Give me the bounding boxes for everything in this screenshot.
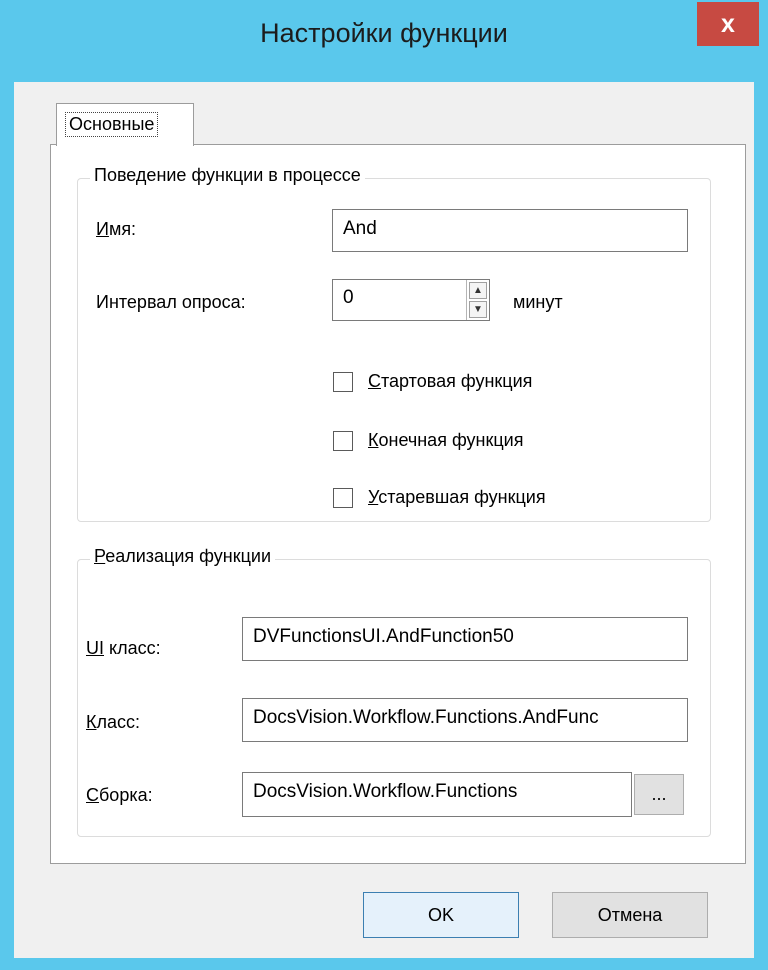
start-function-checkbox[interactable] (333, 372, 353, 392)
ui-class-label-rest: класс: (104, 638, 161, 658)
close-icon: x (721, 9, 735, 38)
dialog-title: Настройки функции (260, 18, 508, 48)
assembly-label: Сборка: (86, 785, 153, 806)
class-label-accel: К (86, 712, 97, 732)
tab-general-label: Основные (65, 112, 159, 137)
class-label: Класс: (86, 712, 140, 733)
chevron-up-icon: ▲ (473, 285, 483, 296)
tab-panel-general: Поведение функции в процессе Имя: And Ин… (50, 144, 746, 864)
browse-assembly-button[interactable]: ... (634, 774, 684, 815)
chevron-down-icon: ▼ (473, 304, 483, 315)
class-label-rest: ласс: (96, 712, 141, 732)
end-function-checkbox[interactable] (333, 431, 353, 451)
end-function-rest: онечная функция (378, 430, 524, 450)
close-button[interactable]: x (697, 2, 759, 46)
assembly-input[interactable]: DocsVision.Workflow.Functions (242, 772, 632, 817)
ui-class-label-accel: UI (86, 638, 104, 658)
start-function-accel: С (368, 371, 381, 391)
implementation-group: Реализация функции UI класс: DVFunctions… (77, 546, 711, 837)
implementation-group-legend: Реализация функции (90, 546, 276, 567)
dialog-window: Настройки функции x Основные Поведение ф… (0, 0, 768, 970)
ok-button[interactable]: OK (363, 892, 519, 938)
name-label-accel: И (96, 219, 109, 239)
start-function-rest: тартовая функция (381, 371, 533, 391)
interval-unit: минут (513, 292, 563, 312)
dialog-client-area: Основные Поведение функции в процессе Им… (14, 82, 754, 958)
interval-spinner[interactable]: 0 ▲ ▼ (332, 279, 490, 321)
name-input[interactable]: And (332, 209, 688, 252)
implementation-legend-rest: еализация функции (105, 546, 272, 566)
ui-class-label: UI класс: (86, 638, 161, 659)
assembly-label-accel: С (86, 785, 99, 805)
cancel-button[interactable]: Отмена (552, 892, 708, 938)
spin-down-button[interactable]: ▼ (469, 301, 487, 318)
obsolete-function-checkbox[interactable] (333, 488, 353, 508)
spin-up-button[interactable]: ▲ (469, 282, 487, 299)
obsolete-function-label[interactable]: Устаревшая функция (368, 487, 546, 508)
start-function-label[interactable]: Стартовая функция (368, 371, 532, 392)
implementation-legend-accel: Р (94, 546, 106, 566)
assembly-label-rest: борка: (99, 785, 153, 805)
interval-label: Интервал опроса: (96, 292, 246, 312)
end-function-accel: К (368, 430, 379, 450)
name-label-rest: мя: (108, 219, 137, 239)
end-function-label[interactable]: Конечная функция (368, 430, 523, 451)
behavior-group-legend: Поведение функции в процессе (90, 165, 365, 186)
class-input[interactable]: DocsVision.Workflow.Functions.AndFunc (242, 698, 688, 742)
obsolete-function-accel: У (368, 487, 379, 507)
interval-spin-buttons: ▲ ▼ (466, 280, 489, 320)
title-bar[interactable]: Настройки функции x (0, 0, 768, 82)
interval-value: 0 (343, 287, 354, 308)
name-label: Имя: (96, 219, 136, 240)
tab-general[interactable]: Основные (56, 103, 194, 146)
obsolete-function-rest: старевшая функция (378, 487, 546, 507)
behavior-group: Поведение функции в процессе Имя: And Ин… (77, 165, 711, 522)
ui-class-input[interactable]: DVFunctionsUI.AndFunction50 (242, 617, 688, 661)
